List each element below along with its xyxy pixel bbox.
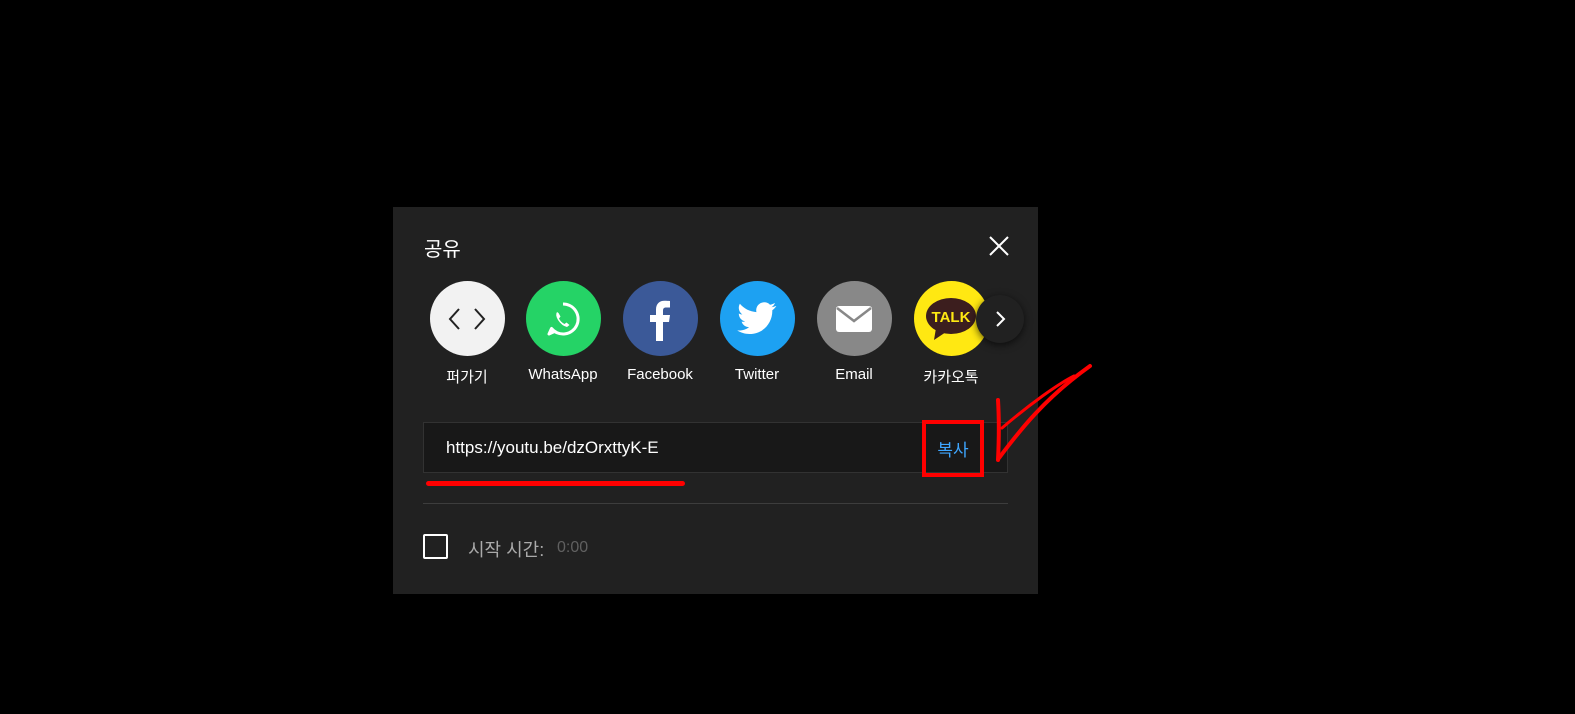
- share-dialog: 공유 퍼가기 WhatsApp Facebook Twitter Email T…: [393, 207, 1038, 594]
- share-email-button[interactable]: Email: [809, 281, 899, 383]
- share-twitter-button[interactable]: Twitter: [712, 281, 802, 383]
- page-backdrop: 공유 퍼가기 WhatsApp Facebook Twitter Email T…: [0, 0, 1575, 714]
- chevron-right-icon: [996, 311, 1006, 327]
- share-embed-label: 퍼가기: [446, 369, 488, 386]
- twitter-icon: [719, 281, 795, 356]
- email-icon: [816, 281, 892, 356]
- share-kakaotalk-label: 카카오톡: [923, 369, 979, 386]
- copy-button[interactable]: 복사: [922, 420, 984, 477]
- whatsapp-icon: [525, 281, 601, 356]
- embed-icon: [429, 281, 505, 356]
- share-email-label: Email: [835, 366, 873, 383]
- start-time-label: 시작 시간:: [468, 540, 545, 560]
- dialog-title: 공유: [424, 239, 461, 261]
- start-time-value[interactable]: 0:00: [557, 539, 588, 557]
- facebook-icon: [622, 281, 698, 356]
- annotation-arrow: [996, 364, 1092, 462]
- share-whatsapp-button[interactable]: WhatsApp: [518, 281, 608, 383]
- kakaotalk-icon-text: TALK: [932, 309, 971, 326]
- copy-button-label: 복사: [937, 441, 969, 460]
- divider: [423, 503, 1008, 504]
- share-url-field[interactable]: https://youtu.be/dzOrxttyK-E 복사: [423, 420, 1008, 477]
- share-facebook-button[interactable]: Facebook: [615, 281, 705, 383]
- share-twitter-label: Twitter: [734, 366, 780, 383]
- share-url-text[interactable]: https://youtu.be/dzOrxttyK-E: [446, 438, 659, 458]
- start-time-checkbox[interactable]: [423, 534, 448, 559]
- share-embed-button[interactable]: 퍼가기: [422, 281, 512, 387]
- share-next-button[interactable]: [976, 295, 1024, 343]
- share-facebook-label: Facebook: [627, 366, 693, 383]
- share-whatsapp-label: WhatsApp: [528, 366, 598, 383]
- close-icon: [989, 236, 1009, 256]
- close-button[interactable]: [985, 232, 1013, 260]
- annotation-underline: [426, 481, 685, 486]
